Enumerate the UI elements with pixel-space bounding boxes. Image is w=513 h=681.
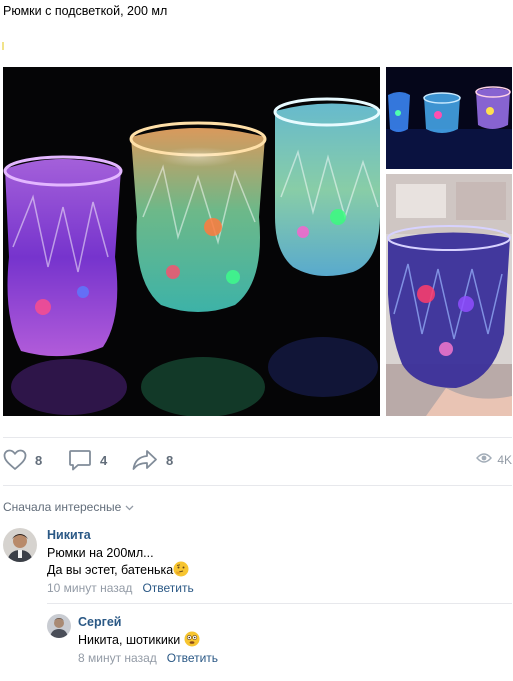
comment-meta: 8 минут назад Ответить <box>78 651 218 665</box>
post-accent-mark <box>2 42 4 50</box>
like-button[interactable]: 8 <box>3 448 42 472</box>
photo-thumbnail-2[interactable] <box>386 174 512 416</box>
comment-text-line-2: Да вы эстет, батенька <box>47 561 189 579</box>
eye-icon <box>476 451 493 469</box>
views-count: 4K <box>497 453 512 467</box>
comment-text-line: Никита, шотикики <box>78 631 200 649</box>
comment-text: Да вы эстет, батенька <box>47 563 174 577</box>
shocked-emoji-icon <box>184 631 200 647</box>
comment-meta: 10 минут назад Ответить <box>47 581 194 595</box>
comment-author[interactable]: Сергей <box>78 615 121 629</box>
views-counter: 4K <box>476 448 512 472</box>
share-icon <box>132 449 158 471</box>
reply-button[interactable]: Ответить <box>142 581 193 595</box>
comments-sort-dropdown[interactable]: Сначала интересные <box>3 500 134 514</box>
share-count: 8 <box>166 452 174 468</box>
photo-thumbnail-1[interactable] <box>386 67 512 169</box>
avatar[interactable] <box>47 614 71 638</box>
comment-button[interactable]: 4 <box>68 448 107 472</box>
like-count: 8 <box>35 452 43 468</box>
comment-time[interactable]: 8 минут назад <box>78 651 157 665</box>
post-divider-bottom <box>3 485 512 486</box>
comment-author[interactable]: Никита <box>47 528 91 542</box>
comment-text-line: Рюмки на 200мл... <box>47 546 154 560</box>
reply-button[interactable]: Ответить <box>167 651 218 665</box>
share-button[interactable]: 8 <box>132 448 173 472</box>
comment-divider <box>47 603 512 604</box>
avatar[interactable] <box>3 528 37 562</box>
post-actions-bar: 8 4 8 4K <box>3 448 512 472</box>
comment-text: Никита, шотикики <box>78 633 181 647</box>
comment-count: 4 <box>100 452 108 468</box>
thinking-emoji-icon <box>173 561 189 577</box>
comment-icon <box>68 449 92 471</box>
comments-sort-label: Сначала интересные <box>3 500 122 514</box>
post-text: Рюмки с подсветкой, 200 мл <box>3 4 168 18</box>
heart-icon <box>3 449 27 471</box>
chevron-down-icon <box>125 500 134 514</box>
comment-time[interactable]: 10 минут назад <box>47 581 132 595</box>
photo-main[interactable] <box>3 67 380 416</box>
post-divider-top <box>3 437 512 438</box>
